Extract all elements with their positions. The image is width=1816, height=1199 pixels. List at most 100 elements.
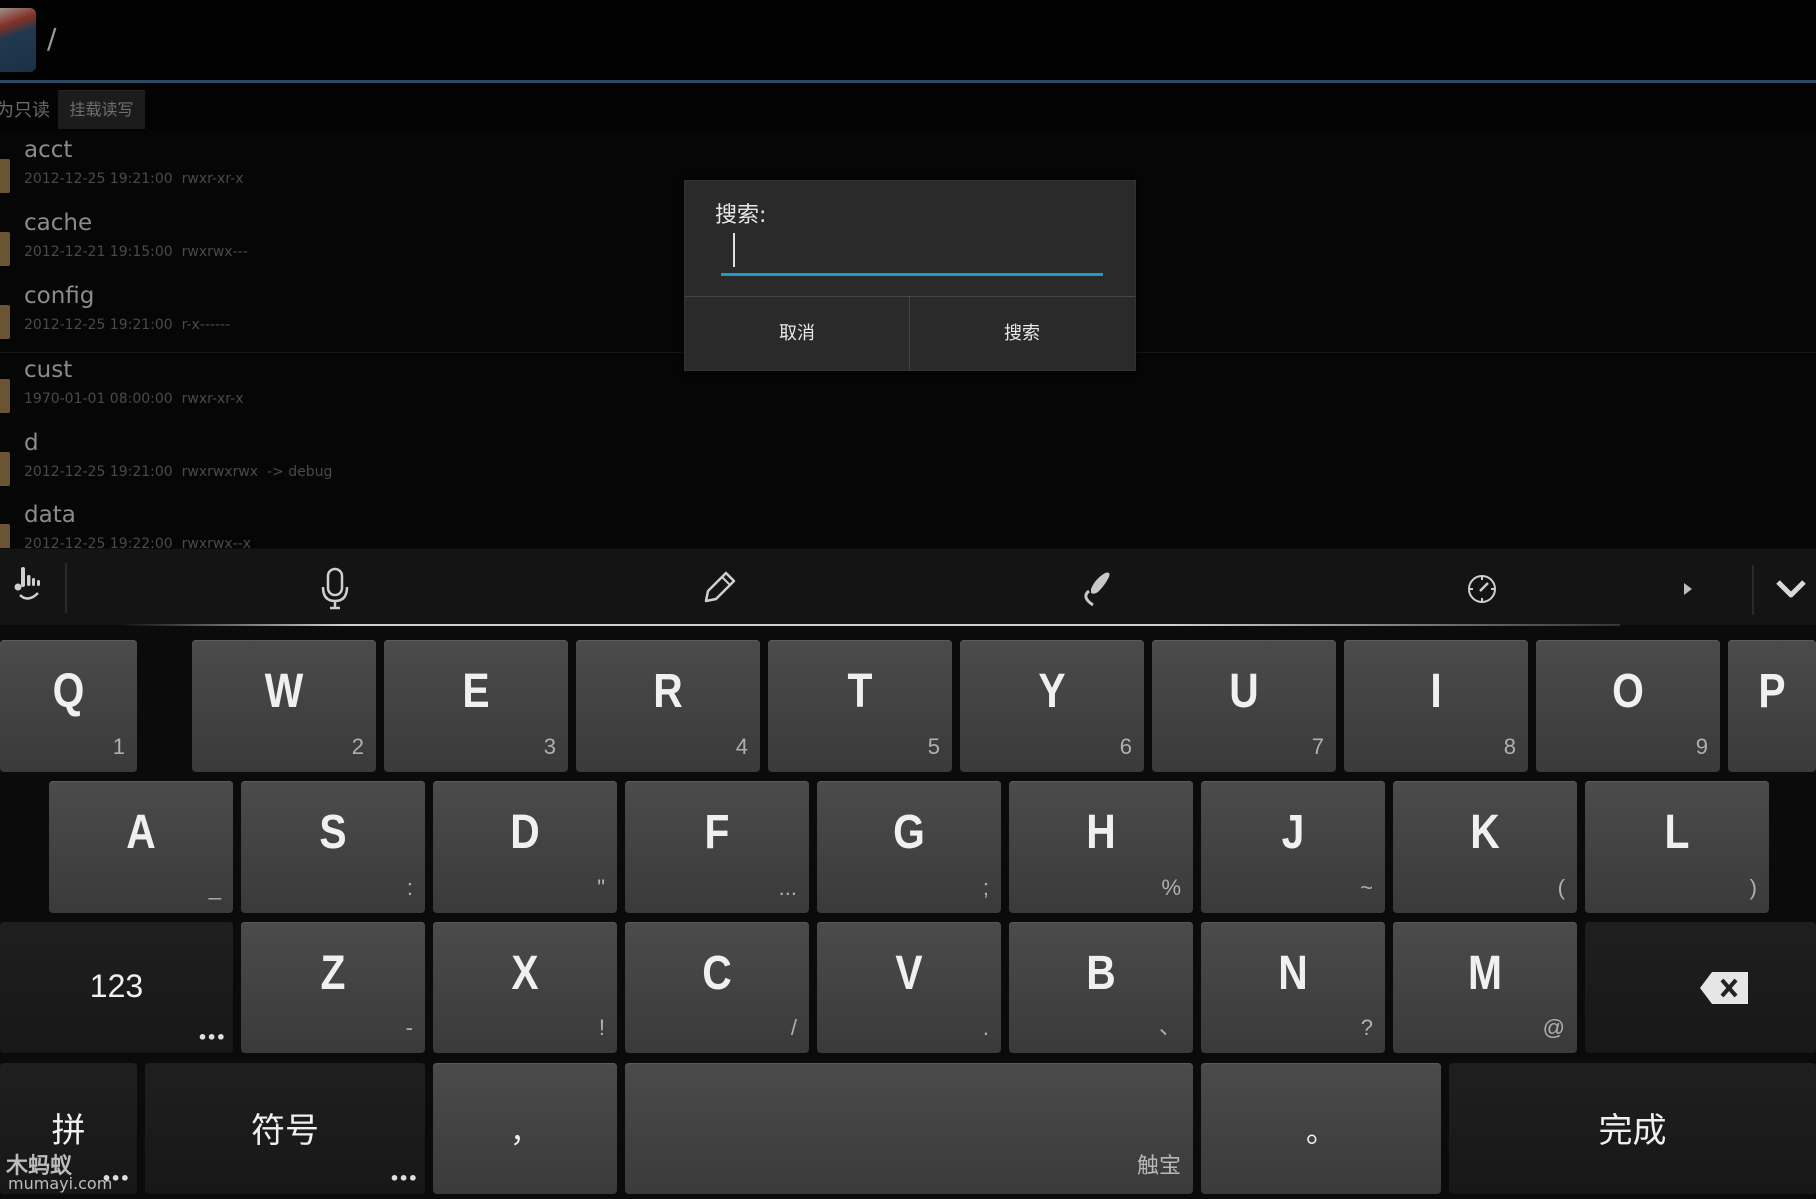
speed-gauge-icon[interactable] — [1466, 573, 1498, 605]
file-date: 2012-12-25 19:21:00 — [24, 317, 173, 333]
mount-bar — [0, 84, 1816, 132]
key-alt-symbol: 9 — [1695, 734, 1708, 759]
action-bar — [0, 0, 1816, 80]
swipe-hand-icon[interactable] — [1077, 567, 1119, 609]
key-letter: L — [1664, 806, 1690, 859]
key-t[interactable]: T5 — [768, 640, 952, 772]
toolbar-separator — [65, 563, 67, 613]
pencil-handwriting-icon[interactable] — [700, 569, 738, 607]
key-f[interactable]: F... — [625, 781, 809, 913]
key-r[interactable]: R4 — [576, 640, 760, 772]
key-letter: X — [511, 947, 539, 1000]
file-name: data — [24, 502, 76, 528]
collapse-chevron-icon[interactable] — [1776, 579, 1806, 599]
key-alt-symbol: " — [597, 875, 605, 900]
space-key[interactable]: 触宝 — [625, 1063, 1193, 1194]
key-w[interactable]: W2 — [192, 640, 376, 772]
folder-icon — [0, 232, 10, 266]
key-alt-symbol: ? — [1360, 1015, 1373, 1040]
file-name: acct — [24, 137, 73, 163]
pinyin-key-label: 拼 — [51, 1111, 86, 1151]
search-button[interactable]: 搜索 — [910, 297, 1134, 370]
comma-key[interactable]: ， — [433, 1063, 617, 1194]
key-letter: V — [895, 947, 923, 1000]
mount-read-write-button[interactable]: 挂载读写 — [58, 90, 145, 129]
key-alt-symbol: ... — [778, 875, 797, 900]
key-b[interactable]: B、 — [1009, 922, 1193, 1053]
file-date: 1970-01-01 08:00:00 — [24, 391, 173, 407]
key-letter: P — [1758, 665, 1786, 718]
key-j[interactable]: J ~ — [1201, 781, 1385, 913]
current-path: / — [47, 22, 57, 55]
more-dots: ••• — [197, 1028, 226, 1047]
key-alt-symbol: : — [406, 875, 413, 900]
cancel-button[interactable]: 取消 — [685, 297, 909, 370]
key-k[interactable]: K( — [1393, 781, 1577, 913]
key-letter: Z — [320, 947, 346, 1000]
key-alt-symbol: _ — [208, 875, 221, 900]
file-row[interactable]: d 2012-12-25 19:21:00 rwxrwxrwx -> debug — [0, 426, 1816, 500]
key-alt-symbol: ~ — [1360, 875, 1373, 900]
file-permissions: rwxr-xr-x — [181, 171, 244, 187]
key-u[interactable]: U7 — [1152, 640, 1336, 772]
play-arrow-icon[interactable] — [1683, 582, 1693, 596]
key-alt-symbol: . — [982, 1015, 989, 1040]
file-name: config — [24, 283, 95, 309]
key-o[interactable]: O9 — [1536, 640, 1720, 772]
numbers-key-label: 123 — [89, 968, 144, 1004]
numbers-key[interactable]: 123 ••• — [0, 922, 233, 1053]
key-s[interactable]: S: — [241, 781, 425, 913]
key-l[interactable]: L) — [1585, 781, 1769, 913]
key-g[interactable]: G; — [817, 781, 1001, 913]
folder-icon — [0, 305, 10, 339]
file-link-target: -> debug — [267, 464, 333, 480]
key-alt-symbol: ) — [1749, 875, 1757, 900]
key-alt-symbol: 3 — [543, 734, 556, 759]
key-letter: D — [510, 806, 540, 859]
key-letter: A — [126, 806, 156, 859]
action-bar-divider — [0, 80, 1816, 83]
key-a[interactable]: A _ — [49, 781, 233, 913]
comma-key-label: ， — [510, 1115, 540, 1150]
period-key[interactable]: 。 — [1201, 1063, 1441, 1194]
key-letter: U — [1229, 665, 1259, 718]
file-meta: 2012-12-25 19:21:00 r-x------ — [24, 317, 239, 333]
key-y[interactable]: Y6 — [960, 640, 1144, 772]
key-letter: I — [1430, 665, 1442, 718]
key-letter: B — [1086, 947, 1116, 1000]
microphone-icon[interactable] — [318, 567, 352, 611]
file-meta: 2012-12-25 19:21:00 rwxrwxrwx -> debug — [24, 464, 332, 480]
key-m[interactable]: M @ — [1393, 922, 1577, 1053]
key-c[interactable]: C / — [625, 922, 809, 1053]
key-letter: J — [1281, 806, 1305, 859]
key-z[interactable]: Z- — [241, 922, 425, 1053]
file-manager-app-icon[interactable] — [0, 8, 36, 72]
key-x[interactable]: X! — [433, 922, 617, 1053]
key-q[interactable]: Q1 — [0, 640, 137, 772]
symbols-key[interactable]: 符号 ••• — [145, 1063, 425, 1194]
file-meta: 2012-12-25 19:21:00 rwxr-xr-x — [24, 171, 252, 187]
backspace-icon — [1700, 972, 1748, 1004]
key-h[interactable]: H% — [1009, 781, 1193, 913]
file-date: 2012-12-25 19:21:00 — [24, 171, 173, 187]
key-alt-symbol: @ — [1542, 1015, 1565, 1040]
key-v[interactable]: V. — [817, 922, 1001, 1053]
file-name: cust — [24, 357, 73, 383]
mount-readonly-label: 为只读 — [0, 100, 50, 121]
file-permissions: rwxrwx--- — [181, 244, 248, 260]
key-alt-symbol: 、 — [1158, 1014, 1181, 1039]
key-p[interactable]: P — [1728, 640, 1816, 772]
key-e[interactable]: E3 — [384, 640, 568, 772]
search-input[interactable] — [721, 233, 1103, 276]
key-n[interactable]: N? — [1201, 922, 1385, 1053]
key-i[interactable]: I8 — [1344, 640, 1528, 772]
key-letter: G — [893, 806, 925, 859]
done-key[interactable]: 完成 — [1449, 1063, 1816, 1194]
dialog-title: 搜索: — [715, 203, 767, 228]
toolbar-separator — [1752, 565, 1754, 615]
backspace-key[interactable] — [1585, 922, 1816, 1053]
key-alt-symbol: 8 — [1503, 734, 1516, 759]
gesture-hand-icon[interactable] — [12, 565, 44, 607]
key-d[interactable]: D " — [433, 781, 617, 913]
key-alt-symbol: % — [1161, 875, 1181, 900]
